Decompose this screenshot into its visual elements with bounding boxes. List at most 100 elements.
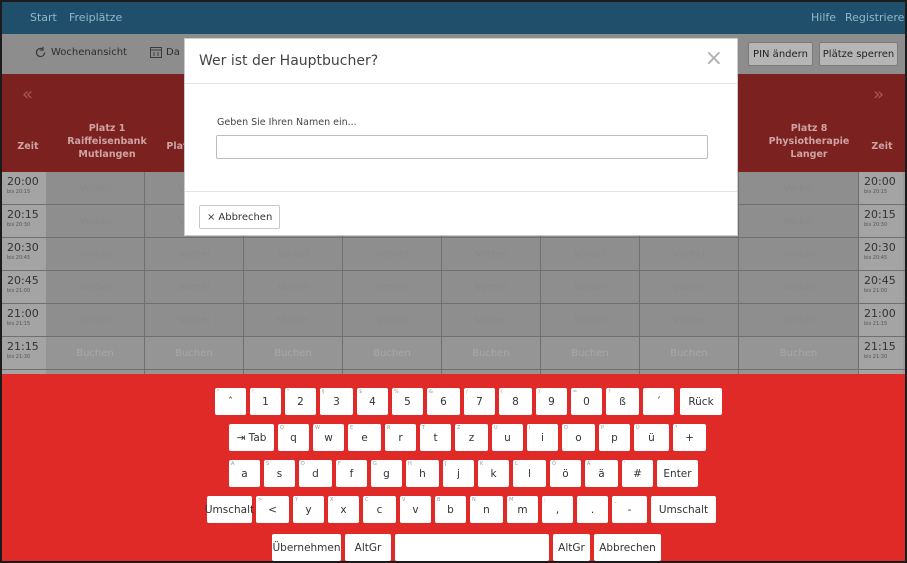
key-m[interactable]: Mm xyxy=(507,496,538,523)
key-[interactable]: ° ˆ xyxy=(215,388,246,415)
key-7[interactable]: /7 xyxy=(464,388,495,415)
key-ß[interactable]: ? ß xyxy=(606,388,639,415)
key-e[interactable]: Ee xyxy=(348,424,381,451)
key-x[interactable]: Xx xyxy=(328,496,359,523)
buchen-slot[interactable]: Buchen xyxy=(640,337,739,369)
key-altgr[interactable]: AltGr xyxy=(553,534,590,561)
key-label: h xyxy=(419,467,426,480)
key-l[interactable]: Ll xyxy=(513,460,546,487)
time-until: bis 21:15 xyxy=(864,321,888,327)
vorbei-slot: Vorbei xyxy=(739,205,859,237)
key-[interactable]: _ - xyxy=(612,496,647,523)
nav-start[interactable]: Start xyxy=(30,11,57,24)
key-0[interactable]: = 0 xyxy=(571,388,602,415)
buchen-slot[interactable]: Buchen xyxy=(145,337,244,369)
key-shift-label: M xyxy=(509,497,514,503)
key-shift-label: / xyxy=(466,389,468,395)
key-space[interactable] xyxy=(395,534,549,561)
vorbei-slot: Vorbei xyxy=(739,304,859,336)
key-b[interactable]: Bb xyxy=(435,496,466,523)
buchen-slot[interactable]: Buchen xyxy=(343,337,442,369)
key-label: f xyxy=(349,467,354,480)
key-label: Abbrechen xyxy=(599,541,656,554)
key-i[interactable]: Ii xyxy=(527,424,558,451)
name-input[interactable] xyxy=(216,135,708,159)
key-label: 5 xyxy=(404,395,411,408)
key-label: < xyxy=(268,503,277,516)
key-q[interactable]: Qq xyxy=(278,424,309,451)
key-[interactable]: ;, xyxy=(542,496,573,523)
key-p[interactable]: Pp xyxy=(599,424,630,451)
key-label: x xyxy=(340,503,347,516)
key-w[interactable]: Ww xyxy=(313,424,344,451)
key-k[interactable]: Kk xyxy=(478,460,509,487)
key-shift-label: O xyxy=(564,425,568,431)
key-ü[interactable]: Üü xyxy=(634,424,669,451)
key-3[interactable]: § 3 xyxy=(320,388,353,415)
key-y[interactable]: Yy xyxy=(293,496,324,523)
key-[interactable]: :. xyxy=(577,496,608,523)
key-umschalt[interactable]: Umschalt xyxy=(205,496,254,523)
key-2[interactable]: " 2 xyxy=(285,388,316,415)
key-[interactable]: > < xyxy=(256,496,289,523)
buchen-slot[interactable]: Buchen xyxy=(244,337,343,369)
key-[interactable]: ' # xyxy=(622,460,653,487)
buchen-slot[interactable]: Buchen xyxy=(739,337,859,369)
buchen-slot[interactable]: Buchen xyxy=(46,337,145,369)
vorbei-slot: Vorbei xyxy=(145,271,244,303)
key-tab[interactable]: ⇥ Tab xyxy=(229,424,274,451)
key-v[interactable]: Vv xyxy=(400,496,431,523)
key-s[interactable]: Ss xyxy=(264,460,295,487)
key-altgr[interactable]: AltGr xyxy=(345,534,391,561)
key-r[interactable]: Rr xyxy=(385,424,416,451)
key-ä[interactable]: Ää xyxy=(585,460,618,487)
close-icon[interactable]: × xyxy=(705,48,723,70)
key-n[interactable]: Nn xyxy=(470,496,503,523)
key-h[interactable]: Hh xyxy=(406,460,439,487)
key-label: y xyxy=(305,503,312,516)
key-1[interactable]: ! 1 xyxy=(250,388,281,415)
buchen-slot[interactable]: Buchen xyxy=(442,337,541,369)
key-6[interactable]: & 6 xyxy=(427,388,460,415)
time-label: 21:15 bis 21:30 xyxy=(2,337,46,369)
nav-hilfe[interactable]: Hilfe xyxy=(811,11,836,24)
key-4[interactable]: $4 xyxy=(357,388,388,415)
pin-aendern-button[interactable]: PIN ändern xyxy=(748,42,813,66)
key-d[interactable]: Dd xyxy=(299,460,332,487)
time-label: 20:30 bis 20:45 xyxy=(2,238,46,270)
key-ö[interactable]: Öö xyxy=(550,460,581,487)
key-g[interactable]: Gg xyxy=(371,460,402,487)
key-label: 3 xyxy=(333,395,340,408)
time-until: bis 21:00 xyxy=(864,288,888,294)
key-f[interactable]: Ff xyxy=(336,460,367,487)
date-picker-button[interactable]: Da xyxy=(150,46,180,58)
key-abbrechen[interactable]: Abbrechen xyxy=(594,534,661,561)
wochenansicht-button[interactable]: Wochenansicht xyxy=(34,46,127,59)
key-rück[interactable]: Rück xyxy=(680,388,722,415)
key-5[interactable]: % 5 xyxy=(392,388,423,415)
vorbei-slot: Vorbei xyxy=(541,304,640,336)
key-z[interactable]: Zz xyxy=(455,424,488,451)
key-[interactable]: ` ´ xyxy=(643,388,674,415)
key-umschalt[interactable]: Umschalt xyxy=(651,496,716,523)
nav-registrieren[interactable]: Registrieren xyxy=(845,11,905,24)
key-8[interactable]: (8 xyxy=(499,388,532,415)
abbrechen-button[interactable]: × Abbrechen xyxy=(199,205,281,229)
next-arrow-icon[interactable]: » xyxy=(873,84,884,105)
key-o[interactable]: Oo xyxy=(562,424,595,451)
key-übernehmen[interactable]: Übernehmen xyxy=(272,534,341,561)
key-9[interactable]: ) 9 xyxy=(536,388,567,415)
key-enter[interactable]: Enter xyxy=(657,460,698,487)
nav-freiplaetze[interactable]: Freiplätze xyxy=(69,11,122,24)
buchen-slot[interactable]: Buchen xyxy=(541,337,640,369)
key-a[interactable]: Aa xyxy=(229,460,260,487)
key-j[interactable]: Jj xyxy=(443,460,474,487)
key-t[interactable]: Tt xyxy=(420,424,451,451)
key-label: 0 xyxy=(583,395,590,408)
key-c[interactable]: Cc xyxy=(363,496,396,523)
key-[interactable]: * + xyxy=(673,424,706,451)
plaetze-sperren-button[interactable]: Plätze sperren xyxy=(819,42,898,66)
key-shift-label: V xyxy=(402,497,406,503)
key-u[interactable]: Uu xyxy=(492,424,523,451)
prev-arrow-icon[interactable]: « xyxy=(22,84,33,105)
